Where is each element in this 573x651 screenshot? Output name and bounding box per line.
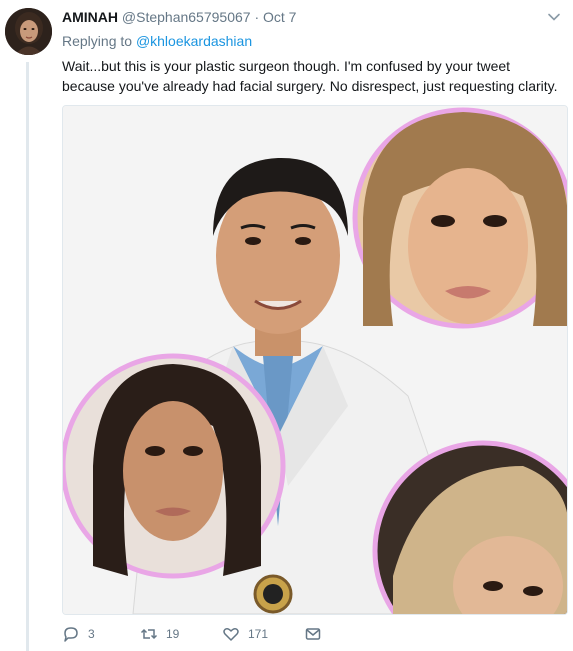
separator-dot: ·: [254, 9, 260, 25]
reply-count: 3: [88, 627, 95, 641]
tweet-text: Wait...but this is your plastic surgeon …: [62, 58, 558, 94]
author-handle[interactable]: @Stephan65795067: [122, 9, 251, 25]
like-button[interactable]: 171: [222, 624, 268, 644]
reply-button[interactable]: 3: [62, 624, 95, 644]
message-button[interactable]: [304, 624, 330, 644]
tweet-image[interactable]: [62, 105, 568, 615]
retweet-icon: [140, 628, 158, 640]
tweet: AMINAH @Stephan65795067 · Oct 7 Replying…: [0, 0, 573, 651]
collage-image: [63, 106, 567, 614]
avatar-image: [5, 8, 52, 55]
tweet-header: AMINAH @Stephan65795067 · Oct 7: [62, 9, 296, 27]
like-count: 171: [248, 627, 269, 641]
retweet-button[interactable]: 19: [140, 624, 179, 644]
replying-prefix: Replying to: [62, 33, 133, 49]
tweet-actions: 3 19 171: [62, 624, 462, 644]
retweet-count: 19: [166, 627, 180, 641]
replying-to: Replying to @khloekardashian: [62, 33, 252, 49]
heart-icon: [223, 628, 239, 641]
author-name[interactable]: AMINAH: [62, 9, 118, 25]
envelope-icon: [305, 628, 321, 640]
timestamp[interactable]: Oct 7: [263, 9, 296, 25]
replying-mention[interactable]: @khloekardashian: [136, 33, 252, 49]
thread-line: [26, 62, 29, 651]
reply-icon: [64, 627, 78, 642]
chevron-down-icon[interactable]: [547, 10, 561, 24]
avatar[interactable]: [5, 8, 52, 55]
